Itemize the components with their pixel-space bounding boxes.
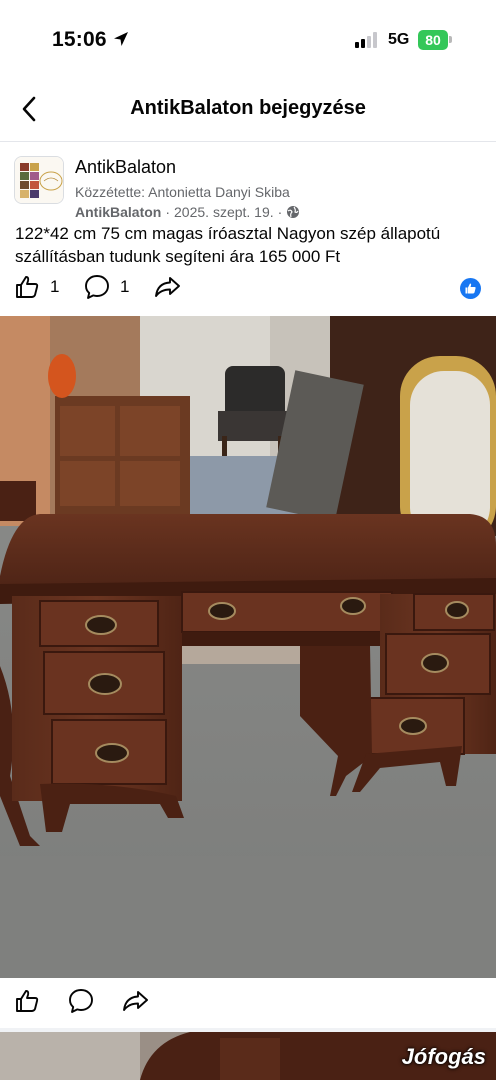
like-reaction-badge[interactable] [460,278,481,299]
posted-by: Közzétette: Antonietta Danyi Skiba [75,184,290,200]
page-title: AntikBalaton bejegyzése [130,97,366,119]
page-name[interactable]: AntikBalaton [75,157,176,178]
battery-indicator: 80 [418,30,448,50]
battery-level: 80 [425,32,441,48]
meta-separator: · [165,204,171,220]
post-meta: AntikBalaton · 2025. szept. 19. · [75,204,300,220]
post-date[interactable]: 2025. szept. 19. [174,204,274,220]
comments-count: 1 [120,277,130,296]
post-photo[interactable] [0,316,496,978]
status-time: 15:06 [52,28,107,51]
battery-tip [449,36,452,43]
location-arrow-icon [114,32,128,46]
thumbs-up-icon [465,283,476,294]
likes-count: 1 [50,277,60,296]
network-type: 5G [388,31,410,48]
photo-actions [0,978,496,1028]
thumbs-up-icon [16,276,39,298]
desk-photo-image [0,316,496,978]
header-divider [0,141,496,142]
like-action[interactable]: 1 [14,274,59,300]
globe-icon [287,206,300,218]
comment-icon [85,275,109,299]
share-icon [155,277,180,297]
post-header-bar: AntikBalaton bejegyzése [0,80,496,140]
share-action[interactable] [154,274,182,300]
status-bar: 15:06 5G 80 [0,0,496,80]
share-icon[interactable] [122,988,150,1014]
meta-page-name[interactable]: AntikBalaton [75,204,161,220]
watermark-logo: Jófogás [401,1044,486,1069]
avatar-logo-image [15,157,63,203]
comment-action[interactable]: 1 [84,274,129,300]
reactions-row: 1 1 [0,270,496,306]
page-avatar[interactable] [14,156,64,204]
comment-icon[interactable] [68,988,94,1014]
thumbs-up-icon[interactable] [14,988,40,1014]
post-text: 122*42 cm 75 cm magas íróasztal Nagyon s… [15,224,441,266]
meta-separator-2: · [277,204,283,220]
cellular-signal-icon [355,32,377,48]
